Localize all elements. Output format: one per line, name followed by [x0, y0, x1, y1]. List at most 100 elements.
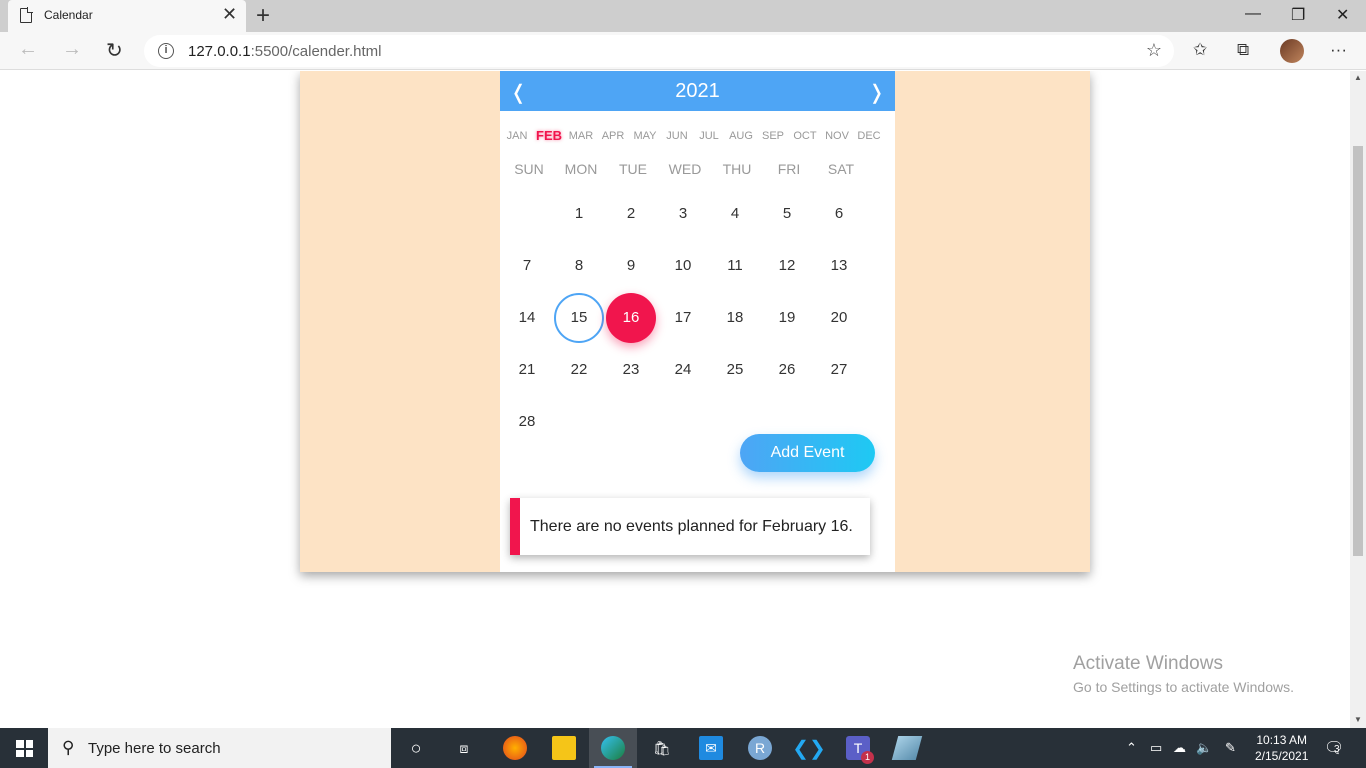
add-event-button[interactable]: Add Event [740, 434, 875, 472]
calendar-day[interactable]: 12 [762, 241, 812, 291]
calendar-day[interactable]: 14 [502, 293, 552, 343]
page-icon [20, 7, 33, 23]
vscode-icon[interactable]: ❮❯ [792, 736, 826, 760]
add-favorite-icon[interactable]: ☆ [1146, 40, 1162, 61]
search-placeholder: Type here to search [88, 740, 221, 757]
calendar-day[interactable]: 26 [762, 345, 812, 395]
month-nov[interactable]: NOV [821, 130, 853, 142]
back-icon[interactable]: ← [18, 38, 38, 61]
clock[interactable]: 10:13 AM 2/15/2021 [1255, 732, 1308, 764]
new-tab-icon[interactable]: + [256, 2, 270, 30]
scrollbar[interactable]: ▲ ▼ [1350, 71, 1366, 728]
calendar-day[interactable]: 11 [710, 241, 760, 291]
calendar-day[interactable]: 22 [554, 345, 604, 395]
pen-icon[interactable]: ✎ [1225, 740, 1236, 756]
windows-start-icon[interactable] [16, 740, 33, 757]
window-close-icon[interactable]: ✕ [1336, 5, 1349, 25]
month-dec[interactable]: DEC [853, 130, 885, 142]
month-apr[interactable]: APR [597, 130, 629, 142]
teams-icon[interactable]: T1 [846, 736, 874, 764]
show-hidden-icons[interactable]: ⌃ [1126, 740, 1137, 756]
close-tab-icon[interactable]: ✕ [222, 4, 237, 25]
calendar-container: ❬ 2021 ❭ JAN FEB MAR APR MAY JUN JUL AUG SEP OCT N… [300, 71, 1090, 572]
month-aug[interactable]: AUG [725, 130, 757, 142]
forward-icon[interactable]: → [62, 38, 82, 61]
calendar-day[interactable]: 8 [554, 241, 604, 291]
month-jan[interactable]: JAN [501, 130, 533, 142]
calendar-day[interactable]: 2 [606, 189, 656, 239]
month-may[interactable]: MAY [629, 130, 661, 142]
collections-icon[interactable]: ⧉ [1237, 40, 1249, 60]
weekday-sun: SUN [514, 161, 544, 177]
calendar-day[interactable]: 17 [658, 293, 708, 343]
calendar-day[interactable]: 9 [606, 241, 656, 291]
browser-tab[interactable]: Calendar ✕ [8, 0, 246, 32]
notification-count: 3 [1334, 744, 1340, 755]
calendar-day[interactable]: 4 [710, 189, 760, 239]
r-app-icon[interactable]: R [748, 736, 772, 760]
watermark-subtitle: Go to Settings to activate Windows. [1073, 679, 1294, 695]
month-jun[interactable]: JUN [661, 130, 693, 142]
favorites-icon[interactable]: ✩ [1193, 40, 1207, 60]
calendar-day[interactable]: 6 [814, 189, 864, 239]
taskbar-search[interactable]: ⚲ Type here to search [48, 728, 391, 768]
calendar-day[interactable]: 24 [658, 345, 708, 395]
weekday-mon: MON [564, 161, 598, 177]
calendar: ❬ 2021 ❭ JAN FEB MAR APR MAY JUN JUL AUG SEP OCT N… [500, 71, 895, 572]
calendar-day[interactable]: 19 [762, 293, 812, 343]
month-sep[interactable]: SEP [757, 130, 789, 142]
calendar-day[interactable]: 7 [502, 241, 552, 291]
file-explorer-icon[interactable] [552, 736, 576, 760]
mail-icon[interactable]: ✉ [699, 736, 723, 760]
calendar-day[interactable]: 21 [502, 345, 552, 395]
month-mar[interactable]: MAR [565, 130, 597, 142]
calendar-day[interactable]: 10 [658, 241, 708, 291]
event-message: There are no events planned for February… [530, 518, 853, 535]
task-view-icon[interactable]: ⧈ [452, 736, 476, 760]
volume-icon[interactable]: 🔈 [1196, 740, 1212, 756]
minimize-icon[interactable]: — [1245, 5, 1261, 23]
calendar-day[interactable]: 18 [710, 293, 760, 343]
restore-icon[interactable]: ❐ [1291, 5, 1305, 25]
site-info-icon[interactable]: i [158, 43, 174, 59]
calendar-day[interactable]: 13 [814, 241, 864, 291]
calendar-day[interactable]: 27 [814, 345, 864, 395]
scroll-down-icon[interactable]: ▼ [1354, 715, 1362, 724]
calendar-day[interactable]: 25 [710, 345, 760, 395]
year-label: 2021 [675, 80, 720, 102]
url-path: :5500/calender.html [250, 43, 382, 60]
edge-icon [601, 736, 625, 760]
calendar-day[interactable]: 1 [554, 189, 604, 239]
profile-avatar[interactable] [1280, 39, 1304, 63]
cortana-icon[interactable]: ○ [404, 736, 428, 760]
windows-taskbar: ⚲ Type here to search ○ ⧈ 🛍 ✉ R ❮❯ T1 ⌃ … [0, 728, 1366, 768]
calendar-day[interactable]: 28 [502, 397, 552, 447]
notification-center-icon[interactable]: 🗨 3 [1324, 738, 1344, 758]
today-day[interactable]: 15 [554, 293, 604, 343]
calendar-day[interactable]: 20 [814, 293, 864, 343]
month-jul[interactable]: JUL [693, 130, 725, 142]
scroll-thumb[interactable] [1353, 146, 1363, 556]
calendar-header: ❬ 2021 ❭ [500, 71, 895, 111]
store-icon[interactable]: 🛍 [650, 736, 674, 760]
month-feb[interactable]: FEB [533, 128, 565, 143]
month-oct[interactable]: OCT [789, 130, 821, 142]
selected-day[interactable]: 16 [606, 293, 656, 343]
calendar-day[interactable]: 23 [606, 345, 656, 395]
weekday-thu: THU [722, 161, 752, 177]
refresh-icon[interactable]: ↻ [106, 38, 123, 63]
weekday-tue: TUE [619, 161, 647, 177]
calendar-day[interactable]: 3 [658, 189, 708, 239]
next-year-button[interactable]: ❭ [868, 80, 885, 105]
edge-taskbar-button[interactable] [589, 728, 637, 768]
address-bar[interactable]: i 127.0.0.1:5500/calender.html ☆ [144, 35, 1174, 67]
app-icon[interactable] [891, 736, 923, 760]
onedrive-icon[interactable]: ☁ [1173, 740, 1186, 756]
scroll-up-icon[interactable]: ▲ [1354, 73, 1362, 82]
firefox-icon[interactable] [503, 736, 527, 760]
battery-icon[interactable]: ▭ [1150, 740, 1162, 756]
more-menu-icon[interactable]: ··· [1330, 40, 1347, 60]
url-text[interactable]: 127.0.0.1:5500/calender.html [188, 43, 381, 60]
calendar-day[interactable]: 5 [762, 189, 812, 239]
clock-time: 10:13 AM [1256, 733, 1308, 747]
